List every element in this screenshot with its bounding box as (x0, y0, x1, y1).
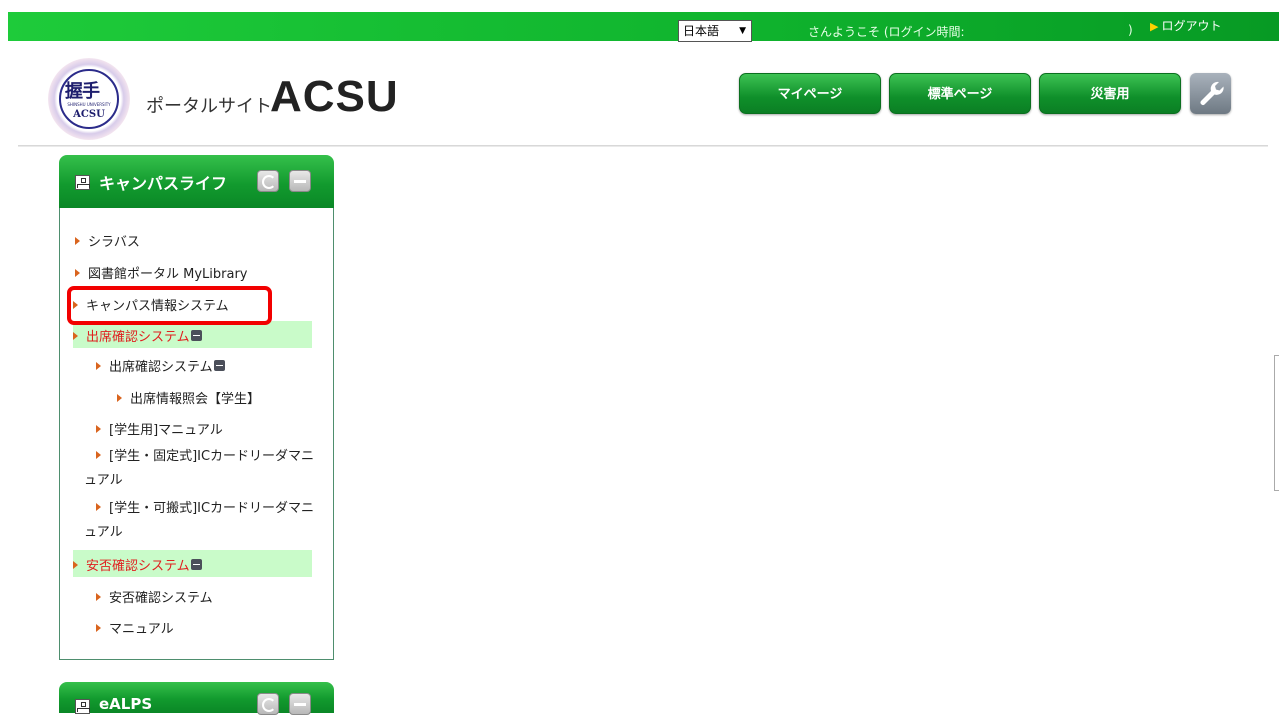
scrollbar[interactable] (1274, 355, 1279, 491)
logo-acsu: ACSU (73, 109, 105, 120)
menu-item-label: 安否確認システム (109, 591, 213, 606)
caret-right-icon (96, 451, 101, 459)
menu-item-label: [学生・固定式]ICカードリーダマニュアル (84, 449, 315, 488)
settings-button[interactable] (1190, 73, 1231, 114)
menu-item-library[interactable]: 図書館ポータル MyLibrary (75, 263, 248, 282)
portlet-header-ealps: eALPS (59, 682, 334, 715)
welcome-close: ) (1128, 23, 1133, 37)
menu-item-label: 出席確認システム (86, 330, 190, 345)
caret-right-icon (96, 624, 101, 632)
menu-item-safety-system[interactable]: 安否確認システム (96, 587, 213, 606)
collapse-icon[interactable] (190, 559, 202, 570)
university-logo[interactable]: 握手 SHINSHU UNIVERSITY ACSU (48, 58, 130, 140)
portlet-header-campus-life: キャンパスライフ (59, 155, 334, 209)
portlet-title: キャンパスライフ (99, 174, 228, 193)
mypage-button[interactable]: マイページ (739, 73, 881, 114)
menu-item-label: [学生・可搬式]ICカードリーダマニュアル (84, 501, 315, 540)
top-bar (8, 12, 1279, 41)
caret-right-icon (75, 237, 80, 245)
menu-item-label: 出席確認システム (109, 360, 213, 375)
caret-right-icon (96, 425, 101, 433)
collapse-icon[interactable] (190, 330, 202, 341)
caret-right-icon (96, 362, 101, 370)
menu-item-label: [学生用]マニュアル (109, 423, 223, 438)
menu-item-label: 出席情報照会【学生】 (130, 392, 261, 407)
menu-item-label: 安否確認システム (86, 559, 190, 574)
menu-item-label: 図書館ポータル MyLibrary (88, 267, 248, 282)
language-select-value: 日本語 (683, 24, 720, 38)
wrench-icon (1200, 81, 1224, 105)
caret-right-icon (96, 503, 101, 511)
menu-item-safety-manual[interactable]: マニュアル (96, 618, 174, 637)
menu-item-safety-group[interactable]: 安否確認システム (73, 555, 202, 574)
highlight-annotation-box (67, 286, 272, 325)
caret-right-icon (73, 332, 78, 340)
caret-right-icon (96, 593, 101, 601)
logo-kanji: 握手 (65, 81, 100, 102)
sitemap-icon (75, 699, 90, 714)
caret-right-icon (73, 561, 78, 569)
menu-item-syllabus[interactable]: シラバス (75, 231, 140, 250)
play-icon: ▶ (1150, 20, 1159, 33)
menu-item-portable-reader-manual[interactable]: [学生・可搬式]ICカードリーダマニュアル (84, 497, 324, 545)
minimize-icon[interactable] (289, 693, 311, 715)
refresh-icon[interactable] (257, 693, 279, 715)
menu-item-attendance-group[interactable]: 出席確認システム (73, 326, 202, 345)
logout-link[interactable]: ▶ ログアウト (1150, 17, 1221, 34)
caret-right-icon (117, 394, 122, 402)
portal-label: ポータルサイト (146, 96, 272, 117)
sitemap-icon (75, 175, 90, 190)
collapse-icon[interactable] (213, 360, 225, 371)
menu-item-attendance-system[interactable]: 出席確認システム (96, 356, 225, 375)
logout-label: ログアウト (1161, 19, 1222, 33)
menu-item-fixed-reader-manual[interactable]: [学生・固定式]ICカードリーダマニュアル (84, 445, 324, 493)
menu-item-attendance-inquiry[interactable]: 出席情報照会【学生】 (117, 388, 260, 407)
logo-band: SHINSHU UNIVERSITY (67, 102, 111, 107)
portlet-title: eALPS (99, 695, 153, 713)
chevron-down-icon: ▼ (739, 26, 746, 36)
logo-emblem: 握手 SHINSHU UNIVERSITY ACSU (59, 69, 119, 129)
menu-item-student-manual[interactable]: [学生用]マニュアル (96, 419, 223, 438)
header-divider (18, 145, 1268, 147)
disaster-page-button[interactable]: 災害用 (1039, 73, 1181, 114)
menu-item-label: マニュアル (109, 622, 174, 637)
caret-right-icon (75, 269, 80, 277)
site-name[interactable]: ACSU (270, 72, 399, 122)
minimize-icon[interactable] (289, 170, 311, 192)
welcome-text: さんようこそ (ログイン時間: (808, 25, 965, 39)
language-select[interactable]: 日本語 ▼ (678, 20, 752, 42)
menu-item-label: シラバス (88, 235, 140, 250)
refresh-icon[interactable] (257, 170, 279, 192)
standard-page-button[interactable]: 標準ページ (889, 73, 1031, 114)
